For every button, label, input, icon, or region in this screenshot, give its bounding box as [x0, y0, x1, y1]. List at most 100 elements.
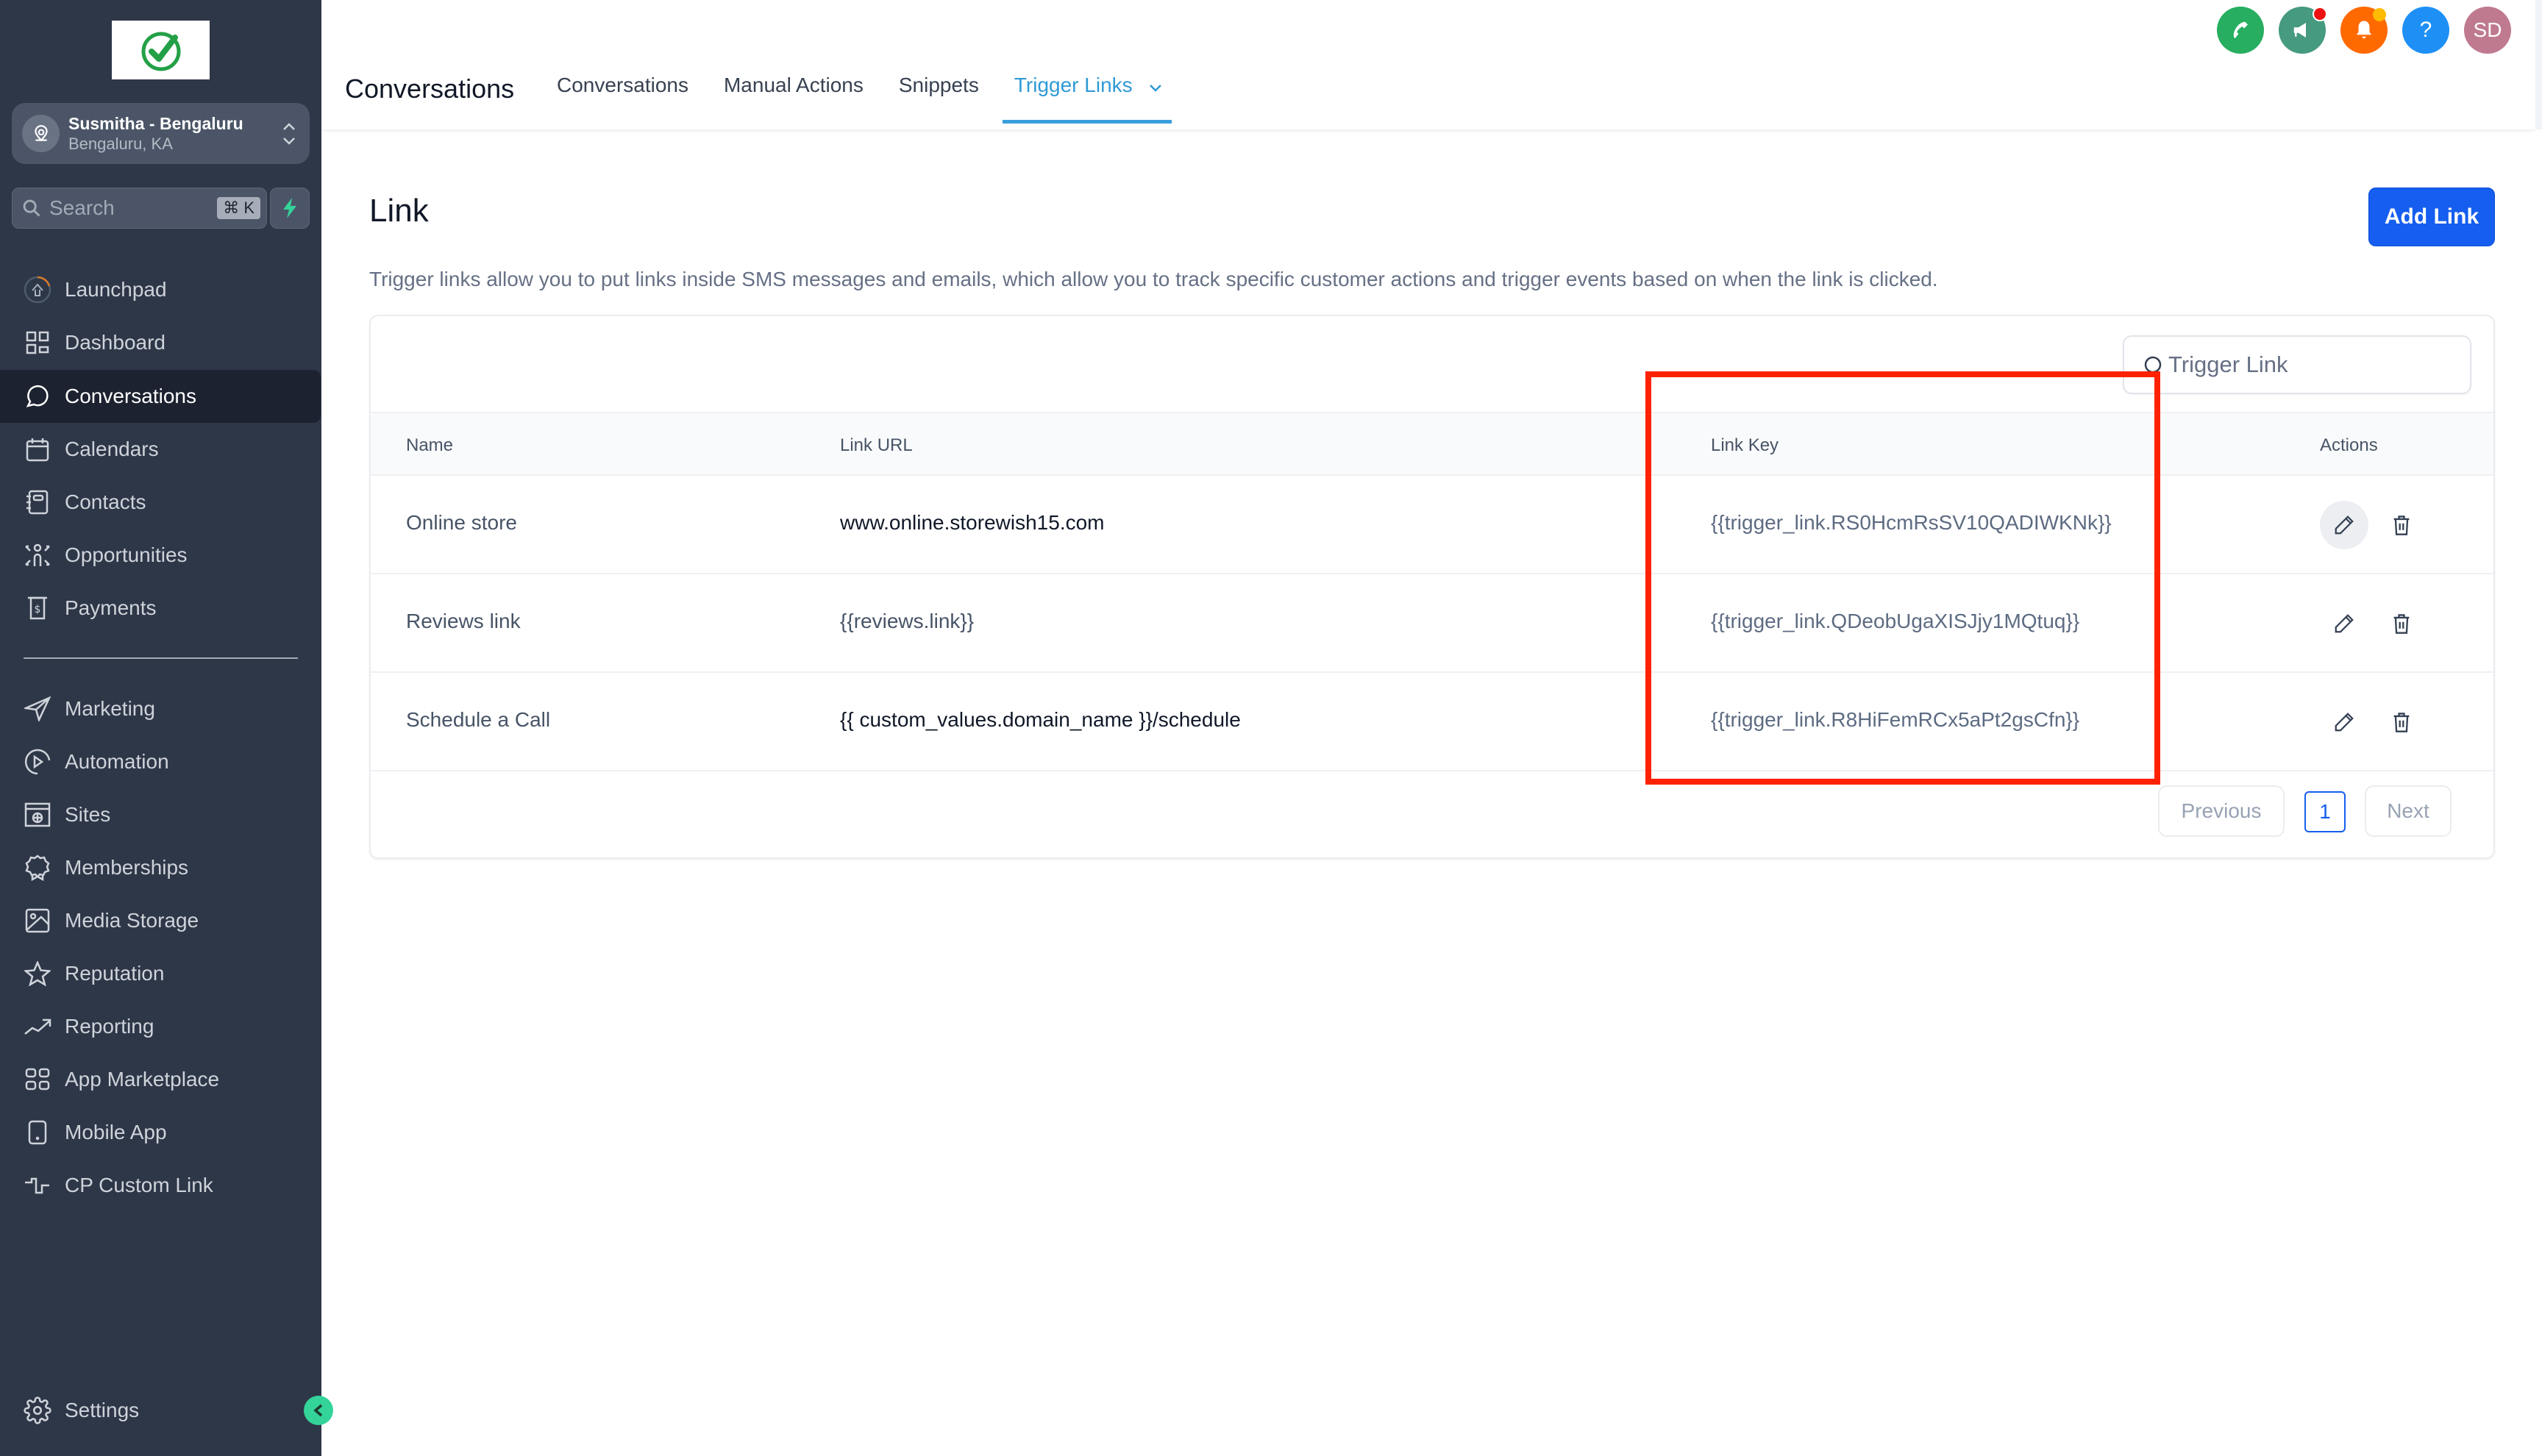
company-logo[interactable]: [112, 21, 210, 79]
header-scrollbar-track: [2535, 0, 2542, 129]
link-name: Reviews link: [406, 610, 521, 632]
sidebar-item-conversations[interactable]: Conversations: [0, 370, 321, 423]
next-page-button[interactable]: Next: [2365, 785, 2452, 837]
sidebar-item-marketing[interactable]: Marketing: [0, 682, 321, 735]
automation-icon: [24, 748, 51, 776]
sidebar-item-opportunities[interactable]: Opportunities: [0, 529, 321, 582]
tab-trigger-links[interactable]: Trigger Links: [1002, 74, 1172, 124]
announcements-button[interactable]: [2279, 7, 2327, 54]
sidebar-item-memberships[interactable]: Memberships: [0, 841, 321, 894]
sidebar-item-label: Conversations: [65, 385, 196, 407]
paper-plane-icon: [24, 695, 51, 723]
bell-icon: [2357, 21, 2371, 39]
sidebar-item-label: Launchpad: [65, 278, 167, 301]
account-name: Susmitha - Bengaluru: [68, 113, 243, 133]
top-header: Conversations Conversations Manual Actio…: [321, 0, 2535, 129]
sidebar-item-label: CP Custom Link: [65, 1174, 213, 1196]
custom-link-icon: [24, 1171, 51, 1199]
sidebar-divider: [24, 657, 298, 659]
sidebar-item-label: Reputation: [65, 962, 165, 985]
chevron-down-icon: [1148, 75, 1163, 99]
search-placeholder: Search: [49, 196, 115, 219]
account-switcher[interactable]: Susmitha - Bengaluru Bengaluru, KA: [12, 103, 310, 164]
sidebar-item-calendars[interactable]: Calendars: [0, 423, 321, 476]
opportunities-icon: [24, 541, 51, 569]
sidebar-item-label: Sites: [65, 803, 111, 826]
edit-button[interactable]: [2320, 501, 2368, 549]
award-badge-icon: [24, 854, 51, 882]
phone-icon: [2233, 21, 2248, 39]
table-header: Name Link URL Link Key Actions: [371, 412, 2493, 476]
star-icon: [24, 960, 51, 988]
sidebar-item-launchpad[interactable]: Launchpad: [0, 263, 321, 316]
tab-manual-actions[interactable]: Manual Actions: [724, 74, 864, 124]
phone-button[interactable]: [2217, 7, 2264, 54]
sidebar-item-app-marketplace[interactable]: App Marketplace: [0, 1053, 321, 1106]
trash-icon: [2393, 515, 2410, 535]
sidebar-item-settings[interactable]: Settings: [0, 1384, 321, 1437]
sidebar-item-label: Memberships: [65, 856, 189, 879]
trash-icon: [2393, 713, 2410, 732]
chevron-up-down-icon: [274, 121, 304, 147]
tab-snippets[interactable]: Snippets: [899, 74, 979, 124]
previous-page-button[interactable]: Previous: [2158, 785, 2285, 837]
sidebar-item-contacts[interactable]: Contacts: [0, 476, 321, 529]
avatar-initials: SD: [2473, 18, 2502, 41]
sidebar-item-label: Media Storage: [65, 909, 199, 932]
sidebar-item-reporting[interactable]: Reporting: [0, 1000, 321, 1053]
link-key: {{trigger_link.QDeobUgaXISJjy1MQtuq}}: [1711, 610, 2080, 632]
sidebar-item-automation[interactable]: Automation: [0, 735, 321, 788]
sidebar-item-label: Settings: [65, 1399, 140, 1421]
column-header-link-key: Link Key: [1711, 435, 1779, 455]
sidebar-item-dashboard[interactable]: Dashboard: [0, 316, 321, 369]
sidebar-item-label: Automation: [65, 750, 169, 773]
gear-icon: [24, 1396, 51, 1424]
notification-dot: [2373, 8, 2386, 21]
location-pin-icon: [22, 115, 60, 152]
sidebar-item-label: Dashboard: [65, 331, 165, 354]
table-row: Schedule a Call {{ custom_values.domain_…: [371, 673, 2493, 771]
question-mark-icon: ?: [2419, 18, 2432, 42]
add-link-button[interactable]: Add Link: [2368, 188, 2495, 246]
page-title: Link: [369, 193, 429, 229]
page-number-button[interactable]: 1: [2304, 791, 2346, 832]
delete-button[interactable]: [2377, 698, 2426, 746]
delete-button[interactable]: [2377, 599, 2426, 648]
help-button[interactable]: ?: [2402, 7, 2449, 54]
section-tabs: Conversations Manual Actions Snippets Tr…: [557, 74, 1198, 124]
edit-button[interactable]: [2320, 698, 2368, 746]
trigger-link-search-input[interactable]: Trigger Link: [2123, 335, 2471, 394]
link-key: {{trigger_link.R8HiFemRCx5aPt2gsCfn}}: [1711, 708, 2080, 731]
sidebar-item-sites[interactable]: Sites: [0, 788, 321, 841]
tab-conversations[interactable]: Conversations: [557, 74, 688, 124]
sidebar-item-cp-custom-link[interactable]: CP Custom Link: [0, 1159, 321, 1212]
search-icon: [2144, 356, 2162, 374]
sidebar-item-media-storage[interactable]: Media Storage: [0, 894, 321, 947]
trigger-links-card: Trigger Link Name Link URL Link Key Acti…: [369, 315, 2495, 859]
sidebar-search[interactable]: Search ⌘ K: [12, 188, 267, 229]
sidebar-item-label: Contacts: [65, 490, 146, 513]
link-name: Online store: [406, 511, 517, 534]
collapse-sidebar-button[interactable]: [304, 1396, 333, 1425]
sidebar-item-payments[interactable]: $ Payments: [0, 582, 321, 635]
link-url: {{reviews.link}}: [840, 610, 975, 632]
delete-button[interactable]: [2377, 501, 2426, 549]
app-root: Susmitha - Bengaluru Bengaluru, KA Searc…: [0, 0, 2542, 1456]
column-header-link-url: Link URL: [840, 435, 913, 455]
header-actions: ? SD: [2217, 7, 2526, 54]
user-avatar[interactable]: SD: [2464, 7, 2511, 54]
sidebar-item-label: Marketing: [65, 697, 155, 720]
sidebar-item-reputation[interactable]: Reputation: [0, 947, 321, 1000]
sidebar: Susmitha - Bengaluru Bengaluru, KA Searc…: [0, 0, 321, 1456]
quick-actions-button[interactable]: [270, 188, 310, 229]
sidebar-item-mobile-app[interactable]: Mobile App: [0, 1106, 321, 1159]
calendar-icon: [24, 435, 51, 463]
edit-button[interactable]: [2320, 599, 2368, 648]
link-url: {{ custom_values.domain_name }}/schedule: [840, 708, 1241, 731]
notifications-button[interactable]: [2340, 7, 2388, 54]
megaphone-icon: [2293, 23, 2306, 38]
pencil-icon: [2335, 713, 2354, 732]
notification-dot: [2313, 7, 2327, 21]
contacts-book-icon: [24, 488, 51, 516]
sidebar-item-label: Opportunities: [65, 543, 188, 566]
